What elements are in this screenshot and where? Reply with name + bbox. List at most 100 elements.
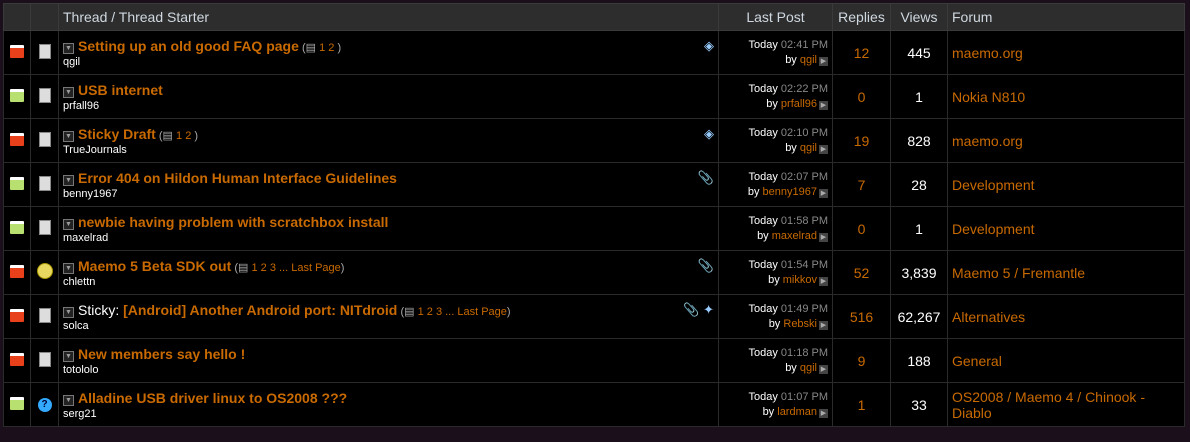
page-link[interactable]: 1 [319, 42, 325, 54]
page-link[interactable]: ... [279, 262, 288, 274]
last-poster-link[interactable]: maxelrad [772, 230, 817, 242]
replies-count[interactable]: 1 [832, 382, 891, 427]
attachment-icon: 📎 [697, 257, 714, 273]
page-link[interactable]: 3 [270, 262, 276, 274]
last-page-link[interactable]: Last Page [457, 306, 507, 318]
thread-starter[interactable]: chlettn [63, 276, 714, 288]
last-page-link[interactable]: Last Page [291, 262, 341, 274]
document-icon [38, 43, 51, 62]
replies-count[interactable]: 9 [832, 338, 891, 383]
thread-title-link[interactable]: [Android] Another Android port: NITdroid [123, 302, 397, 318]
thread-cell: 📎 ✦ ▼ Sticky: [Android] Another Android po… [58, 294, 719, 339]
thread-menu-icon[interactable]: ▼ [63, 350, 74, 362]
go-to-last-post-icon[interactable]: ▶ [819, 276, 828, 286]
go-to-last-post-icon[interactable]: ▶ [819, 144, 828, 154]
last-poster-link[interactable]: lardman [777, 406, 817, 418]
last-post-time: 02:22 PM [780, 82, 828, 95]
forum-link[interactable]: Development [947, 206, 1185, 251]
thread-icon-cell [30, 74, 59, 119]
thread-starter[interactable]: TrueJournals [63, 144, 714, 156]
thread-title-link[interactable]: New members say hello ! [78, 346, 245, 362]
thread-title-link[interactable]: Setting up an old good FAQ page [78, 38, 299, 54]
thread-menu-icon[interactable]: ▼ [63, 42, 74, 54]
thread-prefix: Sticky: [78, 301, 124, 318]
forum-link[interactable]: Maemo 5 / Fremantle [947, 250, 1185, 295]
last-post-day: Today [748, 214, 778, 227]
go-to-last-post-icon[interactable]: ▶ [819, 100, 828, 110]
thread-title-link[interactable]: Error 404 on Hildon Human Interface Guid… [78, 170, 397, 186]
thread-menu-icon[interactable]: ▼ [63, 394, 74, 406]
thread-title-link[interactable]: Sticky Draft [78, 126, 156, 142]
last-poster-link[interactable]: qgil [800, 54, 817, 66]
page-link[interactable]: 2 [427, 306, 433, 318]
new-posts-envelope-icon [10, 176, 24, 190]
last-post-cell: Today 01:54 PM by mikkov ▶ [718, 250, 833, 295]
page-link[interactable]: ... [445, 306, 454, 318]
header-last-post[interactable]: Last Post [718, 3, 833, 31]
thread-title-link[interactable]: newbie having problem with scratchbox in… [78, 214, 388, 230]
go-to-last-post-icon[interactable]: ▶ [819, 188, 828, 198]
thread-starter[interactable]: maxelrad [63, 232, 714, 244]
replies-count[interactable]: 7 [832, 162, 891, 207]
last-poster-link[interactable]: qgil [800, 362, 817, 374]
document-icon [38, 351, 51, 370]
last-poster-link[interactable]: mikkov [783, 274, 817, 286]
page-link[interactable]: 2 [328, 42, 334, 54]
thread-starter[interactable]: solca [63, 320, 714, 332]
replies-count[interactable]: 0 [832, 206, 891, 251]
header-forum[interactable]: Forum [947, 3, 1185, 31]
thread-menu-icon[interactable]: ▼ [63, 174, 74, 186]
page-link[interactable]: 1 [176, 130, 182, 142]
forum-link[interactable]: maemo.org [947, 118, 1185, 163]
last-poster-link[interactable]: qgil [800, 142, 817, 154]
thread-list: Thread / Thread Starter Last Post Replie… [3, 3, 1185, 427]
last-poster-link[interactable]: benny1967 [763, 186, 817, 198]
last-poster-link[interactable]: Rebski [783, 318, 817, 330]
thread-starter[interactable]: benny1967 [63, 188, 714, 200]
page-link[interactable]: 3 [436, 306, 442, 318]
header-thread[interactable]: Thread / Thread Starter [58, 3, 719, 31]
replies-count[interactable]: 19 [832, 118, 891, 163]
header-views[interactable]: Views [890, 3, 948, 31]
go-to-last-post-icon[interactable]: ▶ [819, 364, 828, 374]
forum-link[interactable]: maemo.org [947, 30, 1185, 75]
thread-menu-icon[interactable]: ▼ [63, 306, 74, 318]
thread-title-link[interactable]: Alladine USB driver linux to OS2008 ??? [78, 390, 347, 406]
forum-link[interactable]: General [947, 338, 1185, 383]
thread-starter[interactable]: prfall96 [63, 100, 714, 112]
go-to-last-post-icon[interactable]: ▶ [819, 56, 828, 66]
thread-title-link[interactable]: Maemo 5 Beta SDK out [78, 258, 231, 274]
status-cell [3, 338, 31, 383]
go-to-last-post-icon[interactable]: ▶ [819, 408, 828, 418]
replies-count[interactable]: 0 [832, 74, 891, 119]
thread-cell: ▼ New members say hello ! totololo [58, 338, 719, 383]
by-label: by [785, 141, 797, 154]
last-post-cell: Today 02:07 PM by benny1967 ▶ [718, 162, 833, 207]
last-poster-link[interactable]: prfall96 [781, 98, 817, 110]
thread-menu-icon[interactable]: ▼ [63, 262, 74, 274]
thread-cell: 📎 ▼ Maemo 5 Beta SDK out (▤ 1 2 3 ... Las… [58, 250, 719, 295]
replies-count[interactable]: 12 [832, 30, 891, 75]
thread-starter[interactable]: serg21 [63, 408, 714, 420]
forum-link[interactable]: OS2008 / Maemo 4 / Chinook - Diablo [947, 382, 1185, 427]
forum-link[interactable]: Nokia N810 [947, 74, 1185, 119]
table-row: 📎 ▼ Error 404 on Hildon Human Interface G… [3, 162, 1185, 207]
header-replies[interactable]: Replies [832, 3, 891, 31]
thread-starter[interactable]: qgil [63, 56, 714, 68]
page-link[interactable]: 2 [261, 262, 267, 274]
thread-starter[interactable]: totololo [63, 364, 714, 376]
page-link[interactable]: 1 [418, 306, 424, 318]
replies-count[interactable]: 52 [832, 250, 891, 295]
forum-link[interactable]: Development [947, 162, 1185, 207]
forum-link[interactable]: Alternatives [947, 294, 1185, 339]
go-to-last-post-icon[interactable]: ▶ [819, 232, 828, 242]
thread-menu-icon[interactable]: ▼ [63, 86, 74, 98]
thread-menu-icon[interactable]: ▼ [63, 218, 74, 230]
views-count: 1 [890, 206, 948, 251]
page-link[interactable]: 2 [185, 130, 191, 142]
go-to-last-post-icon[interactable]: ▶ [819, 320, 828, 330]
replies-count[interactable]: 516 [832, 294, 891, 339]
page-link[interactable]: 1 [251, 262, 257, 274]
thread-menu-icon[interactable]: ▼ [63, 130, 74, 142]
thread-title-link[interactable]: USB internet [78, 82, 163, 98]
